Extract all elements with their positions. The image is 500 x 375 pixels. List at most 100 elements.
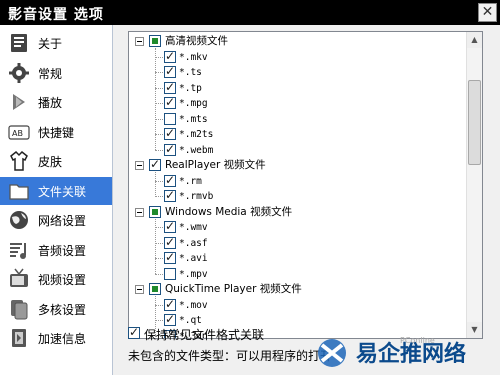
file-type-checkbox[interactable] [164, 126, 176, 141]
tree-connector [155, 196, 163, 197]
file-type-label: *.ts [179, 67, 202, 78]
scroll-thumb[interactable] [468, 80, 481, 165]
file-type-checkbox[interactable] [164, 142, 176, 157]
collapse-icon[interactable] [135, 37, 144, 46]
settings-window: 影音设置 选项 ✕ 关于常规播放 AB 快捷键皮肤文件关联网络设置音频设置视频设置多… [0, 0, 500, 375]
gear-icon [9, 62, 29, 83]
file-type-checkbox[interactable] [164, 312, 176, 327]
folder-icon [9, 183, 29, 200]
file-type-label: *.wmv [179, 222, 208, 233]
globe-icon [10, 211, 28, 229]
sidebar-item-label: 快捷键 [38, 125, 75, 140]
sidebar-item-5[interactable]: 文件关联 [0, 176, 112, 205]
group-checkbox[interactable] [149, 35, 161, 47]
tree-connector [155, 304, 163, 306]
tree-connector [155, 227, 163, 228]
sidebar-item-9[interactable]: 多核设置 [0, 295, 112, 323]
group-label: 高清视频文件 [165, 35, 228, 47]
file-type-label: *.mov [179, 299, 208, 311]
file-association-panel: 高清视频文件 *.mkv *.ts *.tp *.mpg *.mts *.m2ts *.web… [113, 25, 500, 375]
about-icon [11, 34, 27, 52]
sidebar-item-8[interactable]: 视频设置 [0, 265, 112, 293]
file-type-checkbox[interactable] [164, 112, 176, 125]
file-type-checkbox[interactable] [164, 173, 176, 188]
sidebar-item-10[interactable]: 加速信息 [0, 324, 112, 352]
group-label: RealPlayer 视频文件 [165, 159, 266, 171]
file-type-checkbox[interactable] [164, 80, 176, 95]
audio-icon [10, 242, 26, 259]
tree-scrollbar[interactable]: ▲ ▼ [466, 32, 482, 338]
tree-connector [155, 273, 163, 275]
file-type-label: *.rm [179, 175, 202, 187]
file-type-checkbox[interactable] [164, 188, 176, 203]
play-icon [13, 94, 25, 110]
sidebar-item-label: 网络设置 [38, 214, 87, 228]
tree-connector [155, 218, 156, 275]
tree-connector [155, 258, 163, 259]
watermark-badge: PConline [400, 336, 435, 345]
group-checkbox[interactable] [149, 205, 161, 218]
title-bar: 影音设置 选项 ✕ [0, 0, 500, 25]
file-type-checkbox[interactable] [164, 235, 176, 250]
tree-connector [155, 118, 163, 120]
keep-common-label: 保持常见文件格式关联 [144, 328, 265, 342]
file-type-label: *.avi [179, 253, 208, 264]
sidebar-item-label: 关于 [38, 37, 63, 51]
file-type-label: *.tp [179, 82, 202, 94]
tree-connector [155, 48, 156, 151]
sidebar-item-label: 视频设置 [38, 273, 87, 287]
sidebar: 关于常规播放 AB 快捷键皮肤文件关联网络设置音频设置视频设置多核设置加速信息 [0, 25, 113, 375]
tree-connector [155, 103, 163, 104]
tree-connector [155, 180, 163, 182]
tree-connector [155, 172, 156, 197]
group-checkbox[interactable] [149, 283, 161, 295]
svg-text:AB: AB [12, 129, 23, 138]
tshirt-icon [10, 150, 28, 171]
sidebar-item-7[interactable]: 音频设置 [0, 236, 112, 264]
file-type-tree[interactable]: 高清视频文件 *.mkv *.ts *.tp *.mpg *.mts *.m2ts *.web… [128, 31, 483, 339]
sidebar-item-1[interactable]: 常规 [0, 59, 112, 87]
watermark: 易企推网络 PConline [318, 336, 466, 367]
sidebar-item-3[interactable]: AB 快捷键 [0, 118, 112, 146]
file-type-checkbox[interactable] [164, 95, 176, 110]
sidebar-item-label: 常规 [38, 66, 63, 81]
group-checkbox[interactable] [149, 157, 161, 172]
file-type-checkbox[interactable] [164, 297, 176, 312]
tv-icon [10, 268, 28, 287]
sidebar-item-6[interactable]: 网络设置 [0, 206, 112, 234]
sidebar-item-label: 文件关联 [38, 184, 87, 199]
sidebar-item-2[interactable]: 播放 [0, 88, 112, 116]
group-label: Windows Media 视频文件 [165, 205, 293, 218]
tree-connector [155, 242, 163, 244]
tree-connector [155, 320, 163, 321]
accelerate-icon [12, 329, 26, 347]
collapse-icon[interactable] [135, 285, 144, 294]
collapse-icon[interactable] [135, 161, 144, 170]
sidebar-item-4[interactable]: 皮肤 [0, 147, 112, 175]
keyboard-ab-icon: AB [8, 124, 30, 140]
collapse-icon[interactable] [135, 207, 144, 217]
file-type-checkbox[interactable] [164, 250, 176, 265]
scroll-up-icon[interactable]: ▲ [467, 32, 482, 48]
multicore-icon [11, 299, 28, 319]
file-type-checkbox[interactable] [164, 64, 176, 79]
file-type-checkbox[interactable] [164, 267, 176, 280]
tree-connector [155, 56, 163, 58]
tree-connector [155, 149, 163, 151]
file-type-label: *.mpv [179, 268, 208, 280]
file-type-label: *.mkv [179, 51, 208, 63]
sidebar-item-0[interactable]: 关于 [0, 29, 112, 57]
file-type-checkbox[interactable] [164, 219, 176, 234]
close-button[interactable]: ✕ [478, 3, 497, 22]
file-type-label: *.m2ts [179, 129, 214, 140]
tree-connector [155, 134, 163, 135]
file-type-label: *.asf [179, 237, 208, 249]
group-label: QuickTime Player 视频文件 [165, 283, 302, 295]
sidebar-item-label: 音频设置 [38, 243, 87, 258]
file-type-checkbox[interactable] [164, 49, 176, 64]
window-title: 影音设置 选项 [8, 7, 104, 23]
sidebar-item-label: 加速信息 [38, 332, 87, 346]
file-type-label: *.mts [179, 113, 208, 125]
sidebar-item-label: 播放 [38, 96, 63, 110]
keep-common-checkbox[interactable] [128, 325, 140, 339]
